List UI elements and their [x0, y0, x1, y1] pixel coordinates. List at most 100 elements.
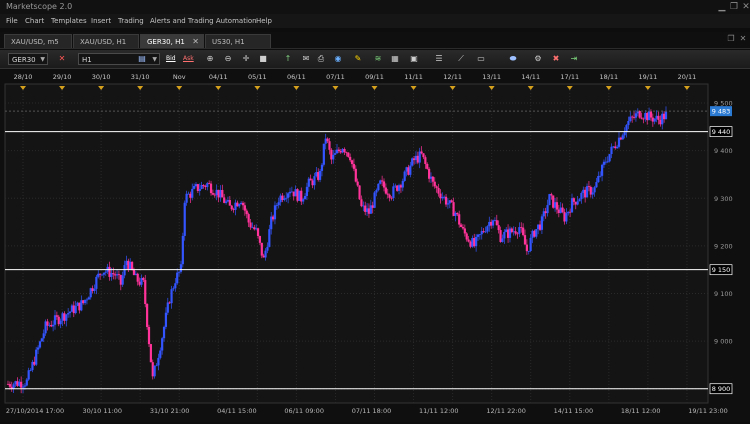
- candle-body: [194, 184, 198, 187]
- crosshair-icon[interactable]: ✛: [240, 53, 252, 65]
- candle-body: [396, 185, 399, 191]
- tab-restore-icon[interactable]: ❐: [726, 34, 736, 44]
- candle-body: [315, 172, 318, 177]
- candle-body: [298, 190, 301, 201]
- y-tick-label: 9 300: [714, 195, 733, 203]
- candle-body: [256, 228, 260, 237]
- candle-body: [296, 189, 299, 201]
- candle-body: [99, 273, 102, 275]
- indicator-icon[interactable]: ▣: [408, 53, 420, 65]
- print-icon[interactable]: ⎙: [315, 53, 327, 65]
- globe-icon[interactable]: ◉: [332, 53, 344, 65]
- candle-body: [159, 350, 162, 358]
- grid-icon[interactable]: ▦: [389, 53, 401, 65]
- restore-icon[interactable]: ❐: [728, 1, 740, 13]
- zoom-out-icon[interactable]: ⊖: [222, 53, 234, 65]
- tab-close-icon[interactable]: ✕: [192, 35, 199, 49]
- buy-icon[interactable]: ↑: [282, 53, 294, 65]
- candle-body: [82, 300, 85, 304]
- candle-body: [223, 197, 226, 203]
- candle-body: [646, 113, 649, 121]
- candle-body: [273, 205, 277, 220]
- date-label-top: 06/11: [287, 73, 306, 81]
- candle-body: [478, 234, 481, 236]
- menu-trading[interactable]: Trading: [118, 17, 144, 25]
- candle-body: [559, 207, 562, 214]
- candle-body: [93, 288, 96, 292]
- menu-alerts-automation[interactable]: Alerts and Trading Automation: [150, 17, 257, 25]
- tab-close-all-icon[interactable]: ✕: [738, 34, 748, 44]
- tab-xauusd-h1[interactable]: XAU/USD, H1: [73, 34, 139, 48]
- candle-body: [281, 195, 284, 200]
- bar-chart-icon[interactable]: ▤: [136, 53, 148, 65]
- candle-body: [388, 194, 391, 198]
- candle-body: [134, 273, 137, 276]
- candle-body: [617, 137, 621, 147]
- line-tools-icon[interactable]: ⟋: [455, 53, 467, 65]
- candle-body: [16, 381, 19, 386]
- menu-templates[interactable]: Templates: [51, 17, 87, 25]
- pencil-icon[interactable]: ✎: [352, 53, 364, 65]
- candle-body: [151, 362, 154, 377]
- bid-button[interactable]: Bid: [166, 53, 176, 65]
- candle-body: [557, 209, 560, 214]
- candle-body: [520, 227, 523, 228]
- candle-body: [206, 183, 209, 188]
- candle-body: [290, 191, 293, 193]
- tab-ger30-h1[interactable]: GER30, H1 ✕: [140, 34, 204, 48]
- candle-body: [268, 229, 271, 247]
- menu-file[interactable]: File: [6, 17, 18, 25]
- candle-body: [110, 273, 113, 277]
- chart-type-icon[interactable]: ≋: [372, 53, 384, 65]
- candle-body: [480, 231, 483, 235]
- date-label-top: 11/11: [404, 73, 423, 81]
- minimize-icon[interactable]: ▁: [716, 1, 728, 13]
- price-chart[interactable]: 28/10 29/10 30/10 31/10 Nov 04/11 05/11 06/11 07…: [0, 70, 750, 422]
- candle-body: [112, 273, 115, 275]
- candle-body: [458, 214, 461, 225]
- menu-help[interactable]: Help: [256, 17, 272, 25]
- fibonacci-icon[interactable]: ☰: [433, 53, 445, 65]
- candle-body: [358, 185, 361, 200]
- time-label-bottom: 06/11 09:00: [284, 407, 324, 415]
- candle-body: [309, 178, 312, 181]
- menu-insert[interactable]: Insert: [91, 17, 111, 25]
- comment-icon[interactable]: ✉: [300, 53, 312, 65]
- candle-body: [350, 160, 354, 165]
- settings-icon[interactable]: ⚙: [532, 53, 544, 65]
- candle-body: [394, 185, 397, 187]
- candle-body: [531, 230, 534, 238]
- candle-body: [493, 220, 497, 222]
- stop-icon[interactable]: ■: [257, 53, 269, 65]
- date-label-top: Nov: [173, 73, 186, 81]
- ask-button[interactable]: Ask: [183, 53, 194, 65]
- indicator-color-icon[interactable]: ✕: [56, 53, 68, 65]
- candle-body: [300, 190, 303, 202]
- tab-label: XAU/USD, m5: [11, 38, 59, 46]
- candle-body: [100, 274, 104, 276]
- delete-drawings-icon[interactable]: ✖: [550, 53, 562, 65]
- candle-body: [48, 325, 51, 326]
- candle-body: [465, 233, 468, 240]
- symbol-select[interactable]: GER30 ▼: [8, 53, 48, 65]
- candle-body: [354, 168, 357, 182]
- auto-scroll-icon[interactable]: ⇥: [568, 53, 580, 65]
- chart-svg[interactable]: 28/10 29/10 30/10 31/10 Nov 04/11 05/11 06/11 07…: [0, 70, 750, 422]
- candle-body: [367, 208, 371, 214]
- eraser-icon[interactable]: ⬬: [507, 53, 519, 65]
- candle-body: [535, 229, 538, 237]
- candle-body: [78, 302, 81, 311]
- time-label-bottom: 12/11 22:00: [486, 407, 526, 415]
- shapes-icon[interactable]: ▭: [475, 53, 487, 65]
- zoom-in-icon[interactable]: ⊕: [204, 53, 216, 65]
- candle-body: [130, 261, 134, 270]
- menu-chart[interactable]: Chart: [25, 17, 44, 25]
- tab-xauusd-m5[interactable]: XAU/USD, m5: [4, 34, 72, 48]
- close-icon[interactable]: ✕: [740, 1, 750, 13]
- candle-body: [102, 272, 105, 275]
- tab-us30-h1[interactable]: US30, H1: [205, 34, 271, 48]
- candle-body: [57, 316, 60, 325]
- candle-body: [76, 302, 79, 306]
- candle-body: [422, 153, 425, 158]
- candle-body: [640, 117, 643, 119]
